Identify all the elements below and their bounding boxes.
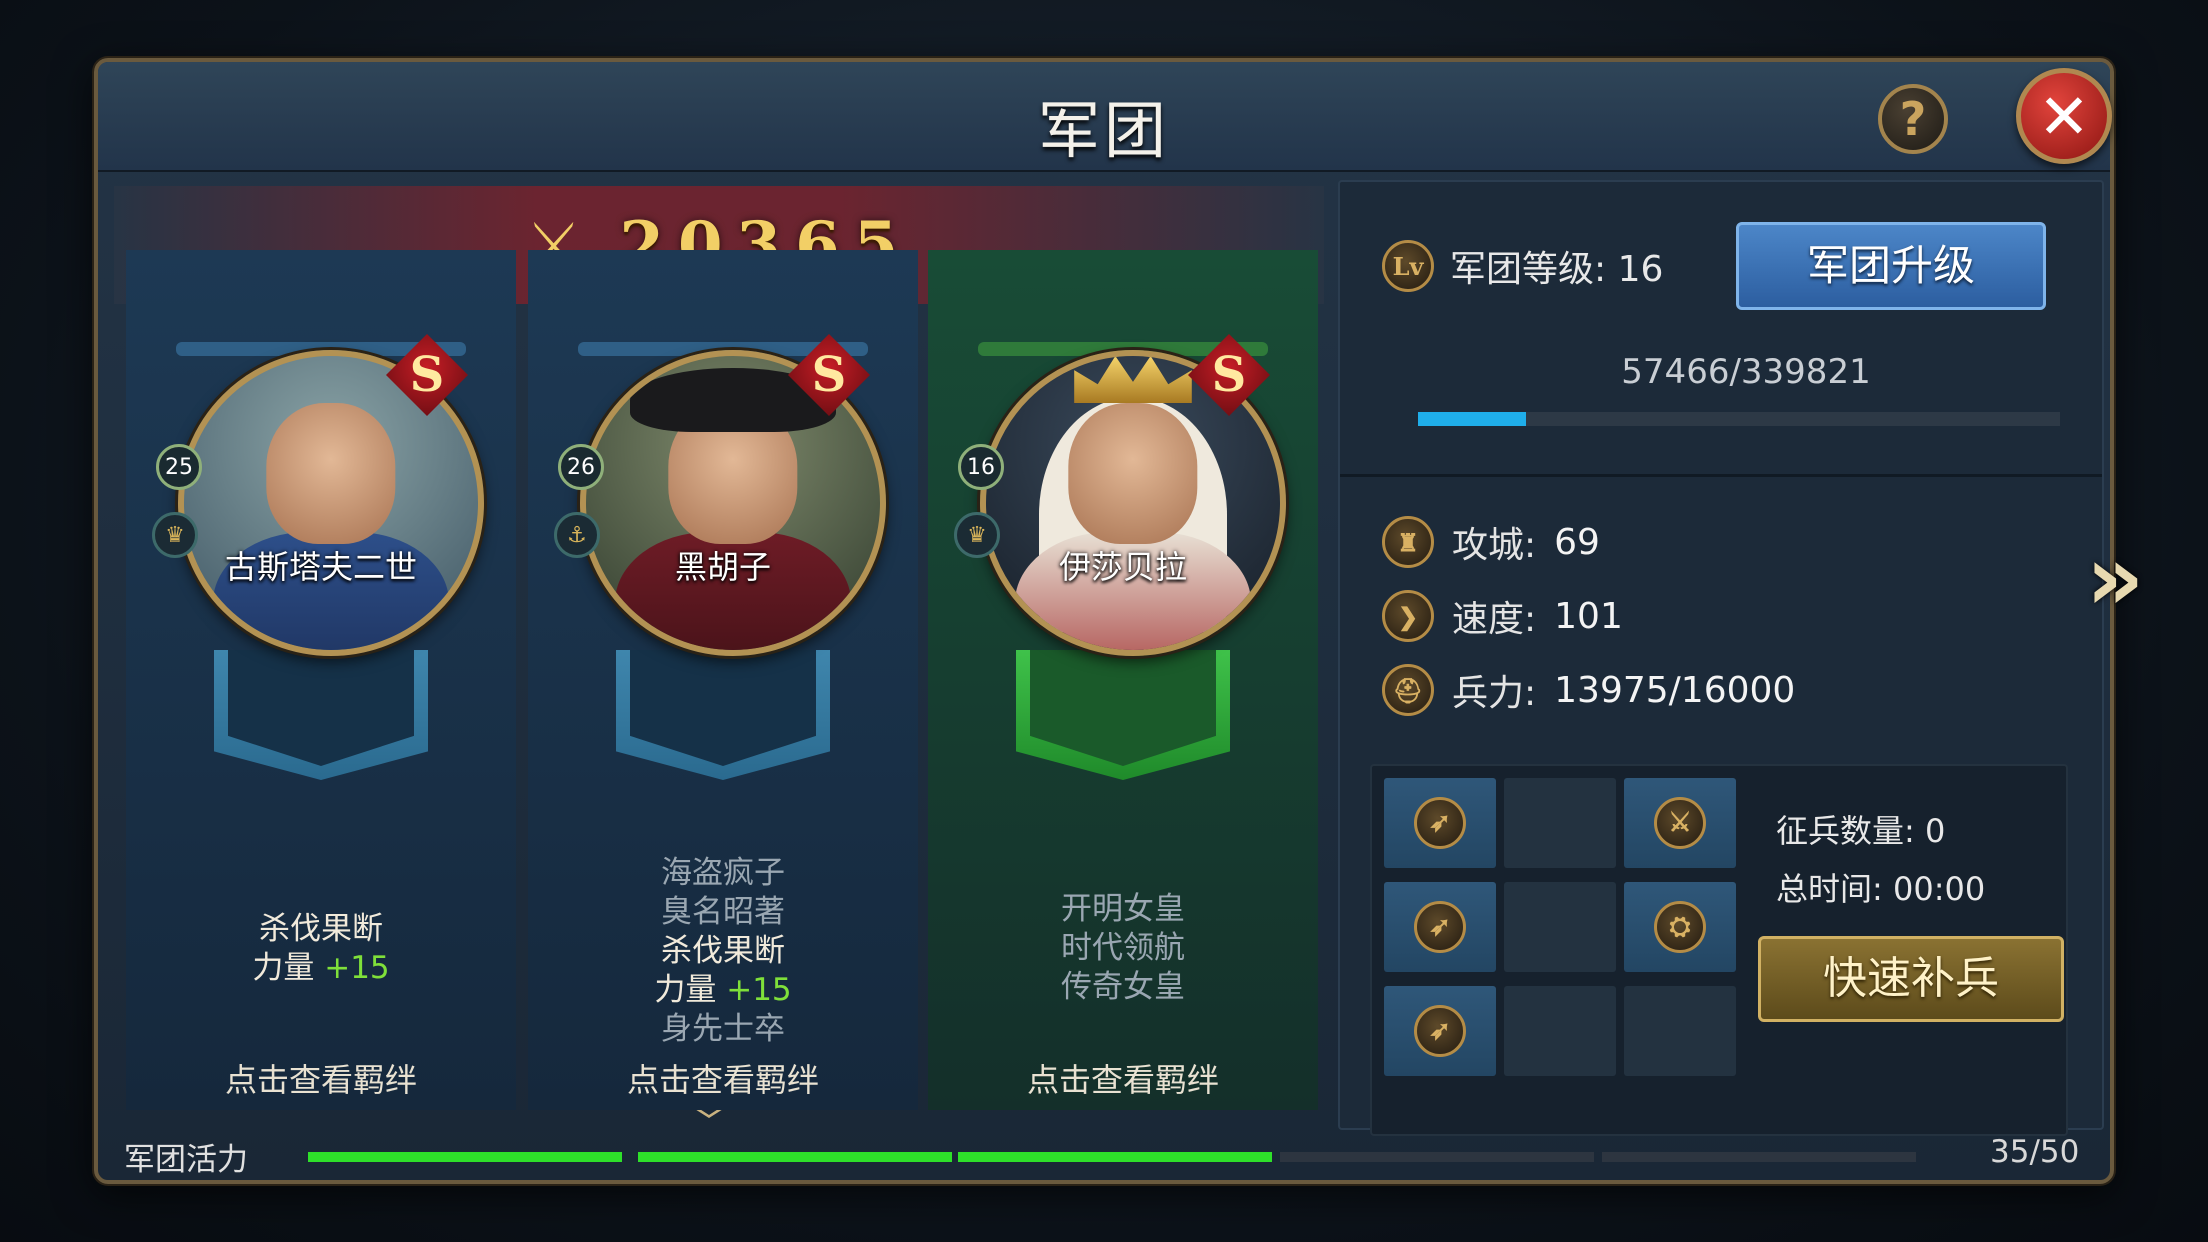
speed-icon: ❯ <box>1382 590 1434 642</box>
hero-skills: 杀伐果断 力量 +15 <box>126 910 516 988</box>
skill-line: 身先士卒 <box>661 1011 785 1047</box>
stat-label: 兵力: <box>1452 673 1537 714</box>
stat-label: 速度: <box>1452 599 1537 640</box>
siege-icon: ♜ <box>1382 516 1434 568</box>
skill-line: 力量 +15 <box>252 950 390 986</box>
legion-exp-text: 57466/339821 <box>1621 352 1871 392</box>
view-bond-link[interactable]: 点击查看羁绊 <box>126 1055 516 1101</box>
hero-ribbon <box>214 650 428 780</box>
skill-line: 力量 +15 <box>654 972 792 1008</box>
help-button[interactable]: ? <box>1878 84 1948 154</box>
hero-card-3[interactable]: 伊莎贝拉 S 16 ♛ 开明女皇 时代领航 传奇女皇 点击查看羁绊 <box>928 250 1318 1110</box>
hero-ribbon <box>616 650 830 780</box>
stat-value: 69 <box>1554 521 1600 563</box>
hero-level-badge: 26 <box>558 444 604 490</box>
view-bond-link[interactable]: 点击查看羁绊 <box>528 1055 918 1101</box>
troop-slot[interactable]: ⚔ <box>1624 778 1736 868</box>
skill-line: 时代领航 <box>1061 930 1185 966</box>
legion-activity-label: 军团活力 <box>124 1142 248 1178</box>
window-header: 军团 ? ✕ <box>98 62 2112 172</box>
bow-icon: ➶ <box>1414 1005 1466 1057</box>
activity-segment <box>308 1152 622 1162</box>
hero-skills: 海盗疯子 臭名昭著 杀伐果断 力量 +15 身先士卒 <box>528 854 918 1049</box>
hero-skills: 开明女皇 时代领航 传奇女皇 <box>928 890 1318 1007</box>
sword-icon: ⚔ <box>1654 797 1706 849</box>
activity-segment <box>638 1152 952 1162</box>
window-title: 军团 <box>1037 94 1170 167</box>
skill-line: 杀伐果断 <box>259 911 383 947</box>
stat-row-troops: ⛑ 兵力: 13975/16000 <box>1382 664 1795 716</box>
legion-exp-bar <box>1418 412 2060 426</box>
legion-upgrade-button[interactable]: 军团升级 <box>1736 222 2046 310</box>
level-icon: Lv <box>1382 240 1434 292</box>
hero-level-badge: 25 <box>156 444 202 490</box>
legion-exp-fill <box>1418 412 1527 426</box>
skill-line: 传奇女皇 <box>1061 969 1185 1005</box>
recruit-count: 征兵数量: 0 <box>1776 812 1946 850</box>
troop-slot-empty[interactable] <box>1504 882 1616 972</box>
skill-line: 开明女皇 <box>1061 891 1185 927</box>
troop-slot[interactable]: ⛭ <box>1624 882 1736 972</box>
helmet-icon: ⛑ <box>1382 664 1434 716</box>
crown-icon: ♛ <box>152 512 198 558</box>
activity-segment <box>958 1152 1272 1162</box>
anchor-icon: ⚓ <box>554 512 600 558</box>
legion-activity-count: 35/50 <box>1990 1134 2080 1170</box>
next-page-arrow-icon[interactable]: » <box>2086 526 2144 631</box>
troop-slot[interactable]: ➶ <box>1384 882 1496 972</box>
activity-segment <box>1280 1152 1594 1162</box>
skill-line: 海盗疯子 <box>661 855 785 891</box>
close-button[interactable]: ✕ <box>2016 68 2112 164</box>
divider <box>1340 474 2102 477</box>
activity-segment <box>1602 1152 1916 1162</box>
skill-line: 臭名昭著 <box>661 894 785 930</box>
hero-card-1[interactable]: 古斯塔夫二世 S 25 ♛ 杀伐果断 力量 +15 点击查看羁绊 <box>126 250 516 1110</box>
hero-ribbon <box>1016 650 1230 780</box>
stat-row-siege: ♜ 攻城: 69 <box>1382 516 1600 568</box>
troop-slot-empty[interactable] <box>1504 986 1616 1076</box>
crown-icon: ♛ <box>954 512 1000 558</box>
stat-value: 13975/16000 <box>1554 669 1796 711</box>
troop-slot-empty[interactable] <box>1504 778 1616 868</box>
legion-level-text: 军团等级: 16 <box>1450 249 1664 290</box>
hero-level-badge: 16 <box>958 444 1004 490</box>
bow-icon: ➶ <box>1414 901 1466 953</box>
stat-value: 101 <box>1554 595 1623 637</box>
bow-icon: ➶ <box>1414 797 1466 849</box>
troop-slot[interactable]: ➶ <box>1384 778 1496 868</box>
skill-line: 杀伐果断 <box>661 933 785 969</box>
stat-label: 攻城: <box>1452 525 1537 566</box>
stat-row-speed: ❯ 速度: 101 <box>1382 590 1623 642</box>
legion-level-row: Lv 军团等级: 16 <box>1382 240 1663 292</box>
cannon-icon: ⛭ <box>1654 901 1706 953</box>
troop-slot[interactable]: ➶ <box>1384 986 1496 1076</box>
view-bond-link[interactable]: 点击查看羁绊 <box>928 1055 1318 1101</box>
recruit-total-time: 总时间: 00:00 <box>1776 870 1986 908</box>
hero-card-2[interactable]: 黑胡子 S 26 ⚓ 海盗疯子 臭名昭著 杀伐果断 力量 +15 身先士卒 点击… <box>528 250 918 1110</box>
quick-replenish-button[interactable]: 快速补兵 <box>1758 936 2064 1022</box>
troop-slot-empty[interactable] <box>1624 986 1736 1076</box>
